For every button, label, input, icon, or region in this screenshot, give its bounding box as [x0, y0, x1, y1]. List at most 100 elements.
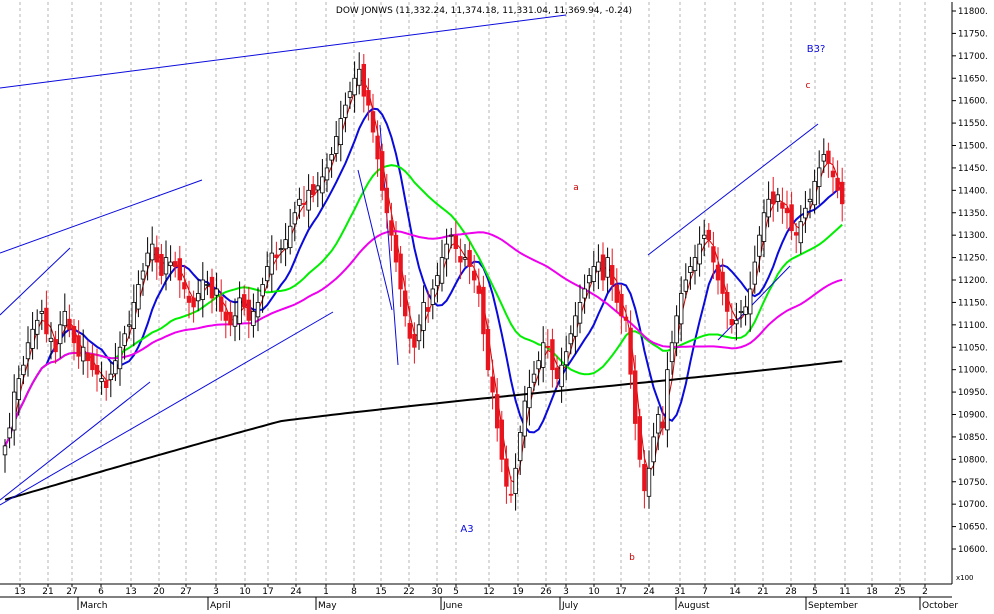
- candle-body: [269, 252, 274, 275]
- candle-body: [44, 307, 49, 335]
- x-tick-label: 26: [540, 587, 552, 597]
- candle-body: [324, 167, 330, 181]
- candle-body: [697, 243, 702, 265]
- candle-body: [467, 250, 472, 267]
- x-tick-label: 17: [615, 587, 626, 597]
- trendline: [0, 381, 151, 501]
- candle-body: [688, 266, 693, 273]
- candle-body: [297, 198, 302, 206]
- candle-body: [228, 311, 233, 326]
- candle-body: [784, 208, 790, 214]
- annotation-label: a: [573, 183, 579, 193]
- x-tick-label: 5: [812, 587, 818, 597]
- y-tick-label: 10950.: [958, 388, 988, 398]
- x-tick-label: 28: [785, 587, 797, 597]
- candle-body: [99, 378, 104, 382]
- candle-body: [559, 364, 564, 388]
- candle-body: [669, 342, 675, 363]
- candle-body: [430, 288, 435, 305]
- candle-body: [660, 421, 665, 429]
- candle-body: [577, 302, 583, 324]
- candle-body: [398, 253, 403, 290]
- month-label: September: [808, 601, 858, 610]
- candle-body: [2, 445, 8, 456]
- candle-body: [402, 290, 408, 317]
- candle-body: [407, 322, 412, 339]
- candle-body: [518, 432, 523, 462]
- candle-body: [439, 257, 445, 284]
- candle-body: [596, 261, 601, 272]
- candle-body: [458, 256, 463, 263]
- month-label: August: [678, 601, 710, 610]
- candle-body: [582, 288, 587, 299]
- y-tick-label: 11450.: [958, 164, 988, 174]
- y-tick-label: 11350.: [958, 209, 988, 219]
- annotation-label: A3: [460, 524, 473, 535]
- candle-body: [333, 136, 339, 154]
- candle-body: [679, 293, 684, 325]
- y-tick-label: 11150.: [958, 298, 988, 308]
- candle-body: [21, 364, 26, 376]
- candle-body: [545, 345, 550, 348]
- candle-body: [513, 467, 518, 494]
- trendline: [647, 123, 819, 256]
- candle-body: [508, 493, 514, 496]
- candle-body: [564, 351, 569, 366]
- candle-body: [393, 234, 399, 263]
- candle-body: [389, 220, 394, 236]
- x-tick-label: 5: [453, 587, 459, 597]
- candle-body: [278, 248, 284, 251]
- candle-body: [734, 319, 739, 325]
- candle-body: [490, 376, 495, 393]
- candle-body: [25, 342, 31, 360]
- candle-body: [251, 310, 256, 326]
- candle-body: [379, 151, 385, 191]
- candle-body: [720, 271, 725, 294]
- candle-body: [237, 297, 242, 324]
- candle-body: [145, 252, 150, 267]
- candle-body: [527, 387, 532, 409]
- candle-body: [218, 296, 224, 312]
- y-tick-label: 10800.: [958, 455, 988, 465]
- candle-body: [485, 329, 491, 371]
- x-tick-label: 21: [757, 587, 768, 597]
- annotation-label: b: [629, 553, 635, 563]
- x-tick-label: 6: [98, 587, 104, 597]
- y-tick-label: 10650.: [958, 523, 988, 533]
- x-tick-label: 30: [431, 587, 443, 597]
- stock-chart: 10600. 10650. 10700. 10750. 10800. 10850. 1090…: [0, 0, 994, 611]
- candle-body: [182, 282, 187, 290]
- candle-body: [140, 270, 146, 280]
- candle-body: [674, 315, 679, 344]
- candle-body: [366, 90, 371, 106]
- candle-body: [702, 234, 707, 239]
- candle-body: [246, 299, 251, 321]
- y-tick-label: 10600.: [958, 545, 988, 555]
- x-tick-label: 10: [239, 587, 251, 597]
- candle-body: [541, 342, 546, 368]
- candle-body: [306, 189, 311, 211]
- candle-body: [614, 284, 619, 303]
- x-tick-label: 1: [323, 587, 329, 597]
- y-tick-label: 10750.: [958, 478, 988, 488]
- candle-body: [462, 257, 468, 260]
- y-tick-label: 11400.: [958, 186, 988, 196]
- candle-body: [255, 302, 261, 318]
- candle-body: [476, 285, 481, 294]
- x-tick-label: 13: [125, 587, 136, 597]
- candle-body: [356, 68, 362, 86]
- candle-body: [651, 436, 656, 463]
- candle-body: [835, 177, 840, 191]
- candle-body: [568, 333, 573, 345]
- candle-body: [425, 307, 431, 312]
- candle-body: [343, 104, 348, 118]
- candle-body: [347, 91, 353, 98]
- candle-body: [136, 284, 141, 310]
- annotation-label: B3?: [807, 44, 826, 55]
- candle-body: [448, 234, 454, 237]
- candle-body: [761, 212, 767, 242]
- candle-body: [320, 176, 325, 194]
- candle-body: [117, 346, 123, 370]
- candle-body: [623, 316, 629, 321]
- candle-body: [209, 276, 215, 299]
